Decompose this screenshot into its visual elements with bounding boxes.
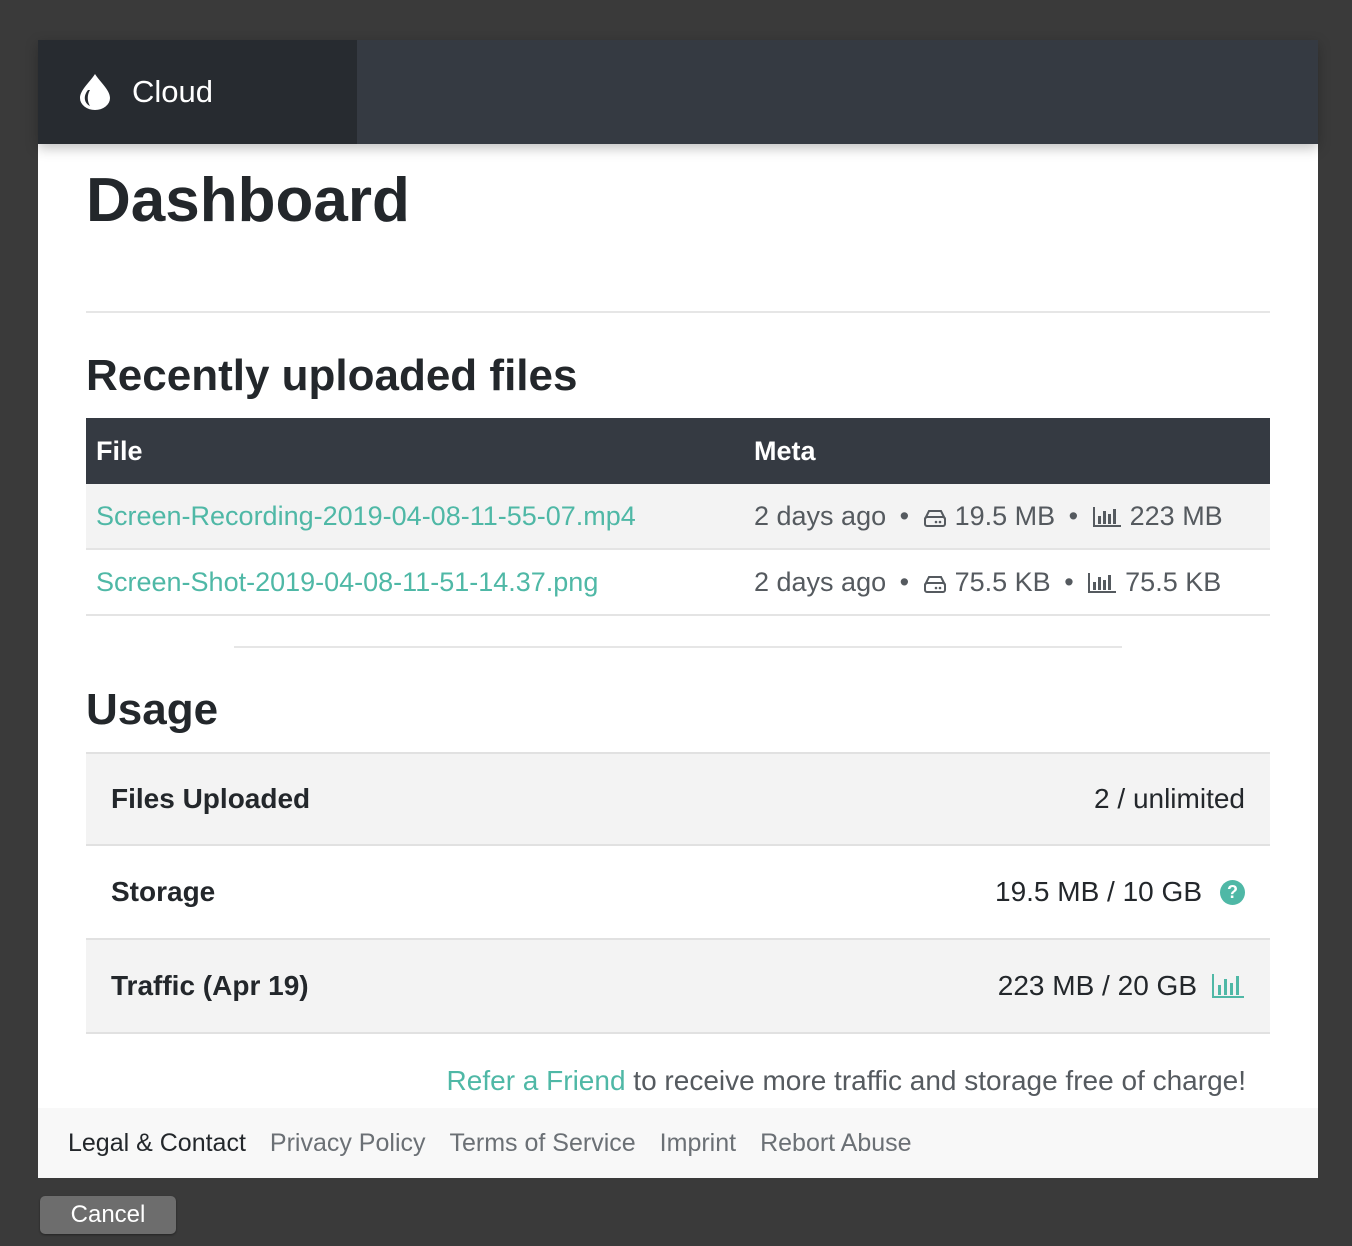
question-circle-icon[interactable]: ? xyxy=(1220,879,1245,905)
divider xyxy=(234,646,1122,648)
usage-table: Files Uploaded 2 / unlimited Storage 19.… xyxy=(86,752,1270,1034)
divider xyxy=(86,311,1270,313)
cancel-button[interactable]: Cancel xyxy=(40,1196,176,1234)
file-cell: Screen-Recording-2019-04-08-11-55-07.mp4 xyxy=(86,484,744,550)
dashboard-window: Cloud Dashboard Recently uploaded files … xyxy=(38,40,1318,1178)
top-navbar: Cloud xyxy=(38,40,1318,144)
file-link[interactable]: Screen-Recording-2019-04-08-11-55-07.mp4 xyxy=(96,501,636,531)
usage-row-traffic: Traffic (Apr 19) 223 MB / 20 GB xyxy=(86,940,1270,1034)
usage-label: Files Uploaded xyxy=(111,783,311,814)
file-age: 2 days ago xyxy=(754,500,887,531)
footer-link-privacy-policy[interactable]: Privacy Policy xyxy=(270,1129,426,1158)
file-size: 19.5 MB xyxy=(954,500,1056,531)
files-section-title: Recently uploaded files xyxy=(86,351,578,400)
column-header-meta: Meta xyxy=(744,418,1270,484)
file-age: 2 days ago xyxy=(754,566,887,597)
usage-label: Traffic (Apr 19) xyxy=(111,970,309,1001)
file-traffic: 223 MB xyxy=(1129,500,1223,531)
separator: • xyxy=(1068,500,1079,531)
hard-drive-icon xyxy=(923,575,946,593)
meta-cell: 2 days ago • 19.5 MB • 223 MB xyxy=(744,484,1270,550)
hard-drive-icon xyxy=(923,509,946,527)
usage-value: 223 MB / 20 GB xyxy=(998,970,1245,1002)
traffic-value: 223 MB / 20 GB xyxy=(997,970,1197,1001)
table-row: Screen-Recording-2019-04-08-11-55-07.mp4… xyxy=(86,484,1270,550)
usage-value: 2 / unlimited xyxy=(1094,783,1245,815)
bar-chart-icon xyxy=(1088,572,1117,593)
footer: Legal & Contact Privacy Policy Terms of … xyxy=(38,1108,1318,1178)
droplet-icon xyxy=(80,74,110,110)
refer-text: to receive more traffic and storage free… xyxy=(625,1065,1246,1096)
file-size: 75.5 KB xyxy=(954,566,1051,597)
file-traffic: 75.5 KB xyxy=(1125,566,1222,597)
column-header-file: File xyxy=(86,418,744,484)
usage-row-storage: Storage 19.5 MB / 10 GB ? xyxy=(86,846,1270,940)
usage-value: 19.5 MB / 10 GB ? xyxy=(995,876,1245,908)
separator: • xyxy=(899,500,910,531)
meta-cell: 2 days ago • 75.5 KB • 75.5 KB xyxy=(744,549,1270,616)
brand-name: Cloud xyxy=(132,74,213,109)
brand[interactable]: Cloud xyxy=(38,40,357,144)
bar-chart-icon[interactable] xyxy=(1211,973,1245,999)
page-title: Dashboard xyxy=(86,166,410,235)
files-table: File Meta Screen-Recording-2019-04-08-11… xyxy=(86,418,1270,616)
files-table-header: File Meta xyxy=(86,418,1270,484)
refer-friend-link[interactable]: Refer a Friend xyxy=(447,1065,626,1096)
file-link[interactable]: Screen-Shot-2019-04-08-11-51-14.37.png xyxy=(96,567,598,597)
usage-row-files-uploaded: Files Uploaded 2 / unlimited xyxy=(86,754,1270,846)
footer-link-terms-of-service[interactable]: Terms of Service xyxy=(450,1129,636,1158)
table-row: Screen-Shot-2019-04-08-11-51-14.37.png 2… xyxy=(86,549,1270,616)
footer-title: Legal & Contact xyxy=(68,1128,246,1157)
separator: • xyxy=(899,566,910,597)
files-uploaded-value: 2 / unlimited xyxy=(1094,783,1245,814)
footer-link-report-abuse[interactable]: Rebort Abuse xyxy=(760,1129,912,1158)
storage-value: 19.5 MB / 10 GB xyxy=(995,876,1202,907)
bar-chart-icon xyxy=(1092,506,1121,527)
file-cell: Screen-Shot-2019-04-08-11-51-14.37.png xyxy=(86,549,744,616)
usage-section-title: Usage xyxy=(86,685,219,734)
usage-label: Storage xyxy=(111,876,216,907)
separator: • xyxy=(1064,566,1074,597)
footer-link-imprint[interactable]: Imprint xyxy=(660,1129,736,1158)
refer-message: Refer a Friend to receive more traffic a… xyxy=(447,1065,1246,1097)
